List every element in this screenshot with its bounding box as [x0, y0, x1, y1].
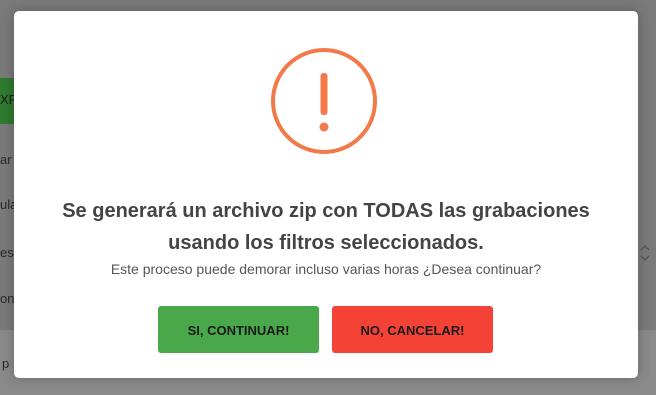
background-text-3: es [0, 245, 14, 260]
background-export-button: XP [0, 78, 17, 124]
background-text-1: ar [0, 152, 12, 167]
page: XP ar ula es on p Se generará un archivo… [0, 0, 656, 395]
dialog-title-line-1: Se generará un archivo zip con TODAS las… [62, 200, 590, 222]
background-text-4: on [0, 291, 15, 306]
cancel-button[interactable]: NO, CANCELAR! [332, 306, 493, 353]
dialog-title: Se generará un archivo zip con TODAS las… [14, 195, 638, 259]
background-text-5: p [2, 356, 10, 371]
confirm-dialog: Se generará un archivo zip con TODAS las… [14, 11, 638, 378]
dialog-title-line-2: usando los filtros seleccionados. [168, 232, 484, 254]
confirm-button[interactable]: SI, CONTINUAR! [158, 306, 319, 353]
chevron-down-icon [638, 238, 656, 268]
dialog-message: Este proceso puede demorar incluso varia… [110, 261, 542, 277]
exclamation-icon [270, 47, 378, 155]
